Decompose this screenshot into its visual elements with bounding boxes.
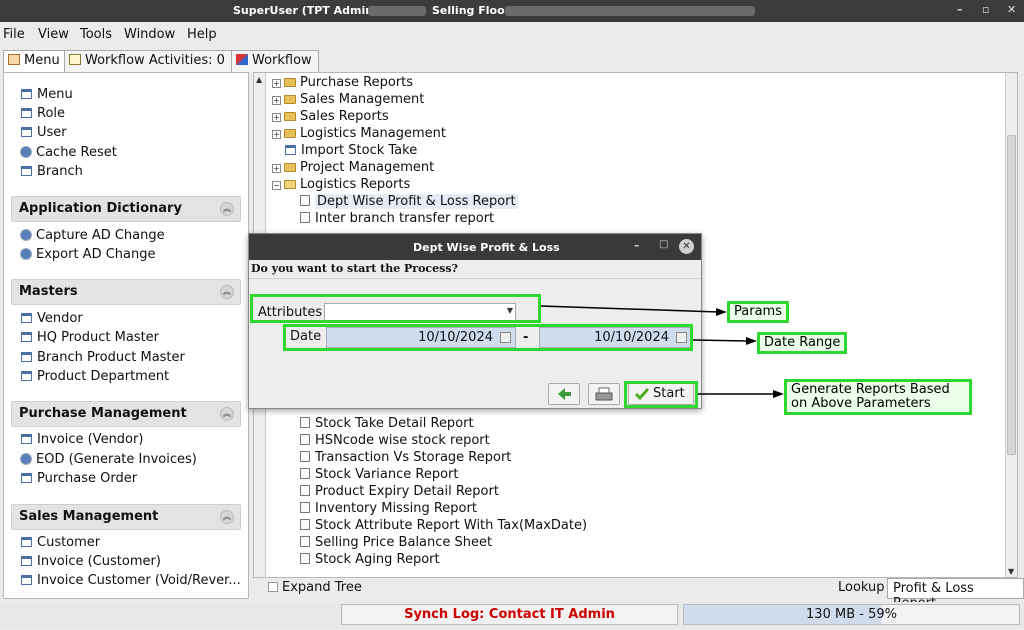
generate-arrow-head: [773, 390, 784, 398]
date-range-arrow: [692, 339, 749, 342]
annotation-arrows: [540, 305, 784, 398]
generate-callout: Generate Reports Based on Above Paramete…: [784, 379, 972, 415]
params-callout: Params: [727, 301, 789, 323]
params-arrow-head: [716, 308, 727, 316]
date-range-arrow-head: [746, 337, 757, 345]
params-arrow: [540, 305, 719, 313]
date-range-callout: Date Range: [757, 332, 848, 354]
